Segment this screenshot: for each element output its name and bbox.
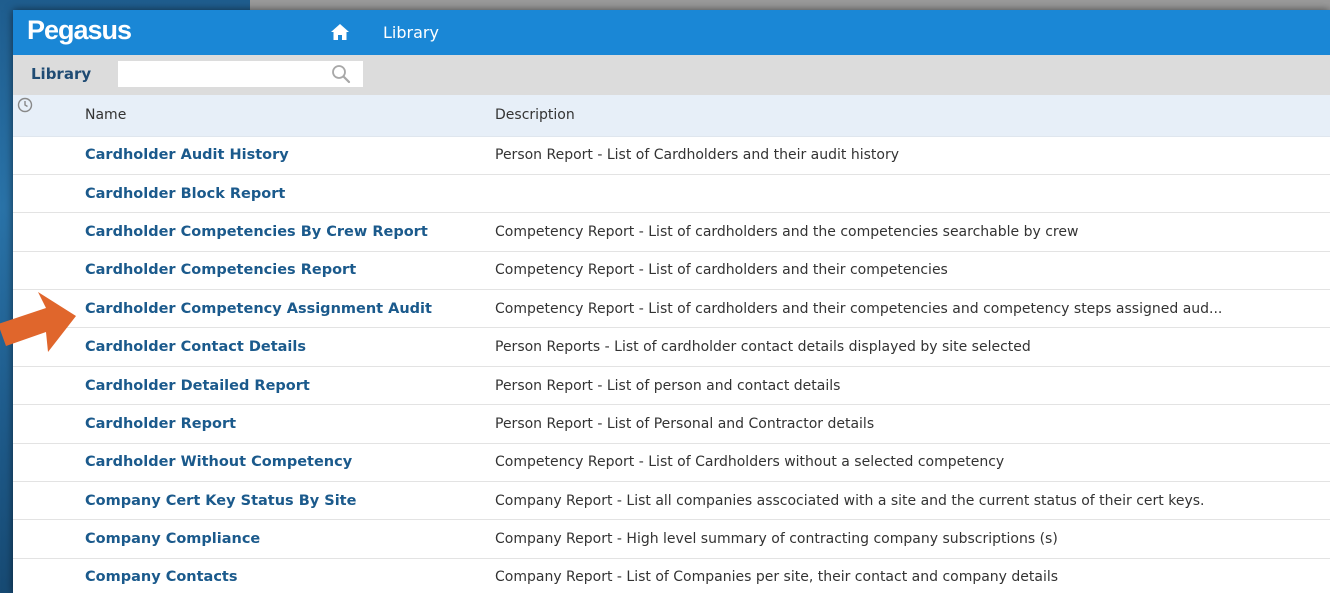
search-input[interactable] xyxy=(118,61,363,87)
report-description: Competency Report - List of cardholders … xyxy=(495,289,1330,329)
report-name-link[interactable]: Cardholder Detailed Report xyxy=(83,366,495,406)
report-name-link[interactable]: Cardholder Report xyxy=(83,404,495,444)
report-description: Person Report - List of Personal and Con… xyxy=(495,404,1330,444)
table-row[interactable]: Company Compliance Company Report - High… xyxy=(13,519,1330,559)
home-icon[interactable] xyxy=(331,24,349,40)
report-table: Name Description Cardholder Audit Histor… xyxy=(13,95,1330,593)
name-column-header[interactable]: Name xyxy=(83,95,495,137)
row-recent-cell xyxy=(13,404,83,444)
table-row[interactable]: Cardholder Competencies By Crew Report C… xyxy=(13,212,1330,252)
report-name-link[interactable]: Company Cert Key Status By Site xyxy=(83,481,495,521)
row-recent-cell xyxy=(13,519,83,559)
search-icon[interactable] xyxy=(331,64,351,84)
report-description: Company Report - High level summary of c… xyxy=(495,519,1330,559)
row-recent-cell xyxy=(13,558,83,593)
table-row[interactable]: Company Contacts Company Report - List o… xyxy=(13,558,1330,593)
table-header-row: Name Description xyxy=(13,95,1330,137)
report-name-link[interactable]: Cardholder Competency Assignment Audit xyxy=(83,289,495,329)
report-description: Person Report - List of person and conta… xyxy=(495,366,1330,406)
report-description: Competency Report - List of cardholders … xyxy=(495,251,1330,291)
report-name-link[interactable]: Cardholder Competencies By Crew Report xyxy=(83,212,495,252)
page-title: Library xyxy=(31,65,92,83)
table-row[interactable]: Cardholder Audit History Person Report -… xyxy=(13,136,1330,175)
top-navigation-bar: Pegasus Library xyxy=(13,10,1330,55)
table-row[interactable]: Cardholder Without Competency Competency… xyxy=(13,443,1330,483)
table-row[interactable]: Cardholder Report Person Report - List o… xyxy=(13,404,1330,444)
app-window: Pegasus Library Library Name Description… xyxy=(13,10,1330,593)
app-logo[interactable]: Pegasus xyxy=(27,15,132,46)
report-description: Person Report - List of Cardholders and … xyxy=(495,136,1330,175)
table-row[interactable]: Cardholder Competencies Report Competenc… xyxy=(13,251,1330,291)
description-column-header[interactable]: Description xyxy=(495,95,1330,137)
report-description: Competency Report - List of cardholders … xyxy=(495,212,1330,252)
table-row[interactable]: Cardholder Competency Assignment Audit C… xyxy=(13,289,1330,329)
row-recent-cell xyxy=(13,481,83,521)
row-recent-cell xyxy=(13,366,83,406)
table-row[interactable]: Cardholder Detailed Report Person Report… xyxy=(13,366,1330,406)
report-name-link[interactable]: Cardholder Block Report xyxy=(83,174,495,214)
report-name-link[interactable]: Company Compliance xyxy=(83,519,495,559)
row-recent-cell xyxy=(13,443,83,483)
table-row[interactable]: Cardholder Block Report xyxy=(13,174,1330,214)
row-recent-cell xyxy=(13,174,83,214)
report-name-link[interactable]: Cardholder Without Competency xyxy=(83,443,495,483)
clock-icon[interactable] xyxy=(17,97,33,113)
report-name-link[interactable]: Company Contacts xyxy=(83,558,495,593)
report-description: Person Reports - List of cardholder cont… xyxy=(495,327,1330,367)
report-description: Company Report - List all companies assc… xyxy=(495,481,1330,521)
table-row[interactable]: Cardholder Contact Details Person Report… xyxy=(13,327,1330,367)
report-name-link[interactable]: Cardholder Audit History xyxy=(83,136,495,175)
arrow-pointer-icon xyxy=(0,292,76,352)
report-name-link[interactable]: Cardholder Contact Details xyxy=(83,327,495,367)
report-description: Company Report - List of Companies per s… xyxy=(495,558,1330,593)
table-row[interactable]: Company Cert Key Status By Site Company … xyxy=(13,481,1330,521)
report-description: Competency Report - List of Cardholders … xyxy=(495,443,1330,483)
recent-column-header[interactable] xyxy=(13,95,83,137)
library-toolbar: Library xyxy=(13,55,1330,95)
breadcrumb-library[interactable]: Library xyxy=(383,23,439,42)
report-description xyxy=(495,174,1330,214)
report-name-link[interactable]: Cardholder Competencies Report xyxy=(83,251,495,291)
row-recent-cell xyxy=(13,136,83,175)
row-recent-cell xyxy=(13,212,83,252)
